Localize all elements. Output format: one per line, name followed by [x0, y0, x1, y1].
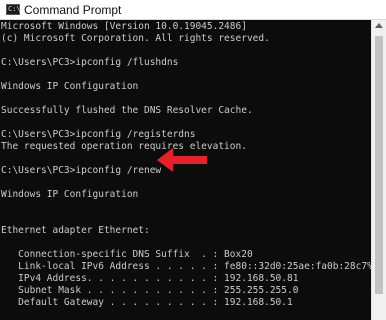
console-line: Connection-specific DNS Suffix . : Box20 [1, 249, 253, 260]
console-line: Subnet Mask . . . . . . . . . . . : 255.… [1, 285, 299, 296]
window-title: Command Prompt [24, 3, 122, 17]
console-line: Default Gateway . . . . . . . . . : 192.… [1, 297, 293, 308]
console-line: Link-local IPv6 Address . . . . . : fe80… [1, 261, 371, 272]
console-line: The requested operation requires elevati… [1, 141, 247, 152]
red-arrow-icon [157, 148, 207, 172]
console-line: Successfully flushed the DNS Resolver Ca… [1, 105, 253, 116]
console-line: Windows IP Configuration [1, 81, 139, 92]
console-line: Microsoft Windows [Version 10.0.19045.24… [1, 21, 247, 32]
vertical-scrollbar[interactable] [371, 20, 386, 320]
cmd-icon: C:\ [6, 4, 21, 15]
cmd-icon-glyph: C:\ [8, 5, 21, 13]
scrollbar-thumb[interactable] [375, 36, 383, 294]
console-line: (c) Microsoft Corporation. All rights re… [1, 33, 270, 44]
console-line: C:\Users\PC3>ipconfig /registerdns [1, 129, 196, 140]
scroll-up-arrow-icon[interactable] [375, 23, 383, 28]
title-bar[interactable]: C:\ Command Prompt [0, 0, 386, 20]
console-line: Windows IP Configuration [1, 189, 139, 200]
console-line: C:\Users\PC3>ipconfig /flushdns [1, 57, 179, 68]
console-line: C:\Users\PC3>ipconfig /renew [1, 165, 162, 176]
console-line: Ethernet adapter Ethernet: [1, 225, 150, 236]
console-line: IPv4 Address. . . . . . . . . . . : 192.… [1, 273, 299, 284]
